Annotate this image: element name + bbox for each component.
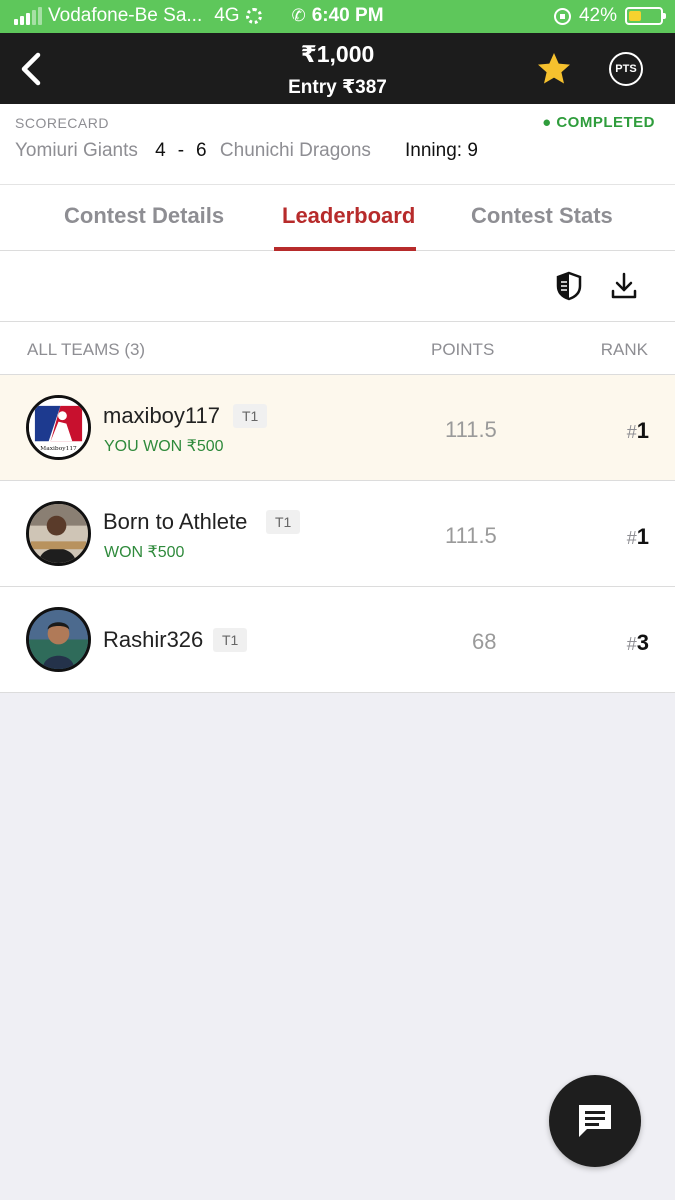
points-value: 68 xyxy=(472,629,497,654)
leaderboard-tools xyxy=(0,251,675,322)
score-line: Yomiuri Giants 4-6 Chunichi Dragons xyxy=(15,140,371,162)
team-badge: T1 xyxy=(233,404,268,428)
rank-hash: # xyxy=(626,528,637,548)
user-photo-icon xyxy=(29,504,88,563)
contest-tabs: Contest Details Leaderboard Contest Stat… xyxy=(0,185,675,251)
contest-header: ₹1,000 Entry ₹387 PTS xyxy=(0,33,675,104)
avatar-caption: Maxiboy117 xyxy=(40,446,77,452)
avatar xyxy=(26,501,91,566)
leaderboard-row[interactable]: Born to Athlete T1 WON ₹500 111.5 #1 xyxy=(0,481,675,587)
chat-icon xyxy=(579,1105,611,1137)
rank-header: RANK xyxy=(600,340,648,359)
rank-number: 3 xyxy=(636,630,649,655)
scorecard-label: SCORECARD xyxy=(15,115,109,131)
away-team-name: Chunichi Dragons xyxy=(219,140,371,161)
chat-button[interactable] xyxy=(549,1075,641,1167)
team-owner-name: Born to Athlete xyxy=(103,509,248,534)
status-bar-right: 42% xyxy=(553,5,666,27)
leaderboard-row[interactable]: Maxiboy117 maxiboy117 T1 YOU WON ₹500 11… xyxy=(0,375,675,481)
compare-teams-icon[interactable] xyxy=(555,271,583,301)
rank-hash: # xyxy=(626,422,637,442)
prize-amount: ₹1,000 xyxy=(300,41,375,67)
score-separator: - xyxy=(177,140,185,161)
all-teams-header: ALL TEAMS (3) xyxy=(27,340,146,359)
away-team-score: 6 xyxy=(196,140,207,161)
points-value: 111.5 xyxy=(445,417,497,442)
download-icon[interactable] xyxy=(610,271,638,301)
inning-info: Inning: 9 xyxy=(405,140,478,161)
leaderboard-header: ALL TEAMS (3) POINTS RANK xyxy=(0,322,675,375)
points-system-button[interactable]: PTS xyxy=(609,52,643,86)
rank-value: #1 xyxy=(627,418,649,444)
entry-fee: Entry ₹387 xyxy=(288,77,387,98)
star-icon[interactable] xyxy=(536,51,572,87)
rank-number: 1 xyxy=(636,418,649,443)
winnings-text: WON ₹500 xyxy=(104,544,185,561)
winnings-text: YOU WON ₹500 xyxy=(104,438,224,455)
home-team-name: Yomiuri Giants xyxy=(15,140,138,161)
rank-hash: # xyxy=(626,634,637,654)
team-badge: T1 xyxy=(266,510,301,534)
points-value: 111.5 xyxy=(445,523,497,548)
battery-percent: 42% xyxy=(578,5,617,26)
match-status-badge: ● COMPLETED xyxy=(542,114,655,131)
clock-time: 6:40 PM xyxy=(311,5,384,26)
tab-leaderboard[interactable]: Leaderboard xyxy=(282,203,415,229)
pts-label: PTS xyxy=(615,63,637,75)
home-team-score: 4 xyxy=(155,140,166,161)
tab-contest-details[interactable]: Contest Details xyxy=(64,203,224,229)
team-owner-name: Rashir326 xyxy=(103,627,204,652)
tab-contest-stats[interactable]: Contest Stats xyxy=(471,203,613,229)
rank-value: #1 xyxy=(627,524,649,550)
mlb-logo-icon: Maxiboy117 xyxy=(29,398,88,457)
battery-icon xyxy=(625,7,666,25)
rank-value: #3 xyxy=(627,630,649,656)
team-badge: T1 xyxy=(213,628,248,652)
phone-icon: ✆ xyxy=(291,6,306,25)
avatar xyxy=(26,607,91,672)
avatar: Maxiboy117 xyxy=(26,395,91,460)
status-bar: Vodafone-Be Sa... 4G ✆ 6:40 PM 42% xyxy=(0,0,675,33)
points-header: POINTS xyxy=(431,340,495,359)
team-owner-name: maxiboy117 xyxy=(103,403,220,428)
orientation-lock-icon xyxy=(553,7,571,25)
scorecard: SCORECARD ● COMPLETED Yomiuri Giants 4-6… xyxy=(0,104,675,185)
leaderboard-row[interactable]: Rashir326 T1 68 #3 xyxy=(0,587,675,693)
user-photo-icon xyxy=(29,610,88,669)
rank-number: 1 xyxy=(636,524,649,549)
